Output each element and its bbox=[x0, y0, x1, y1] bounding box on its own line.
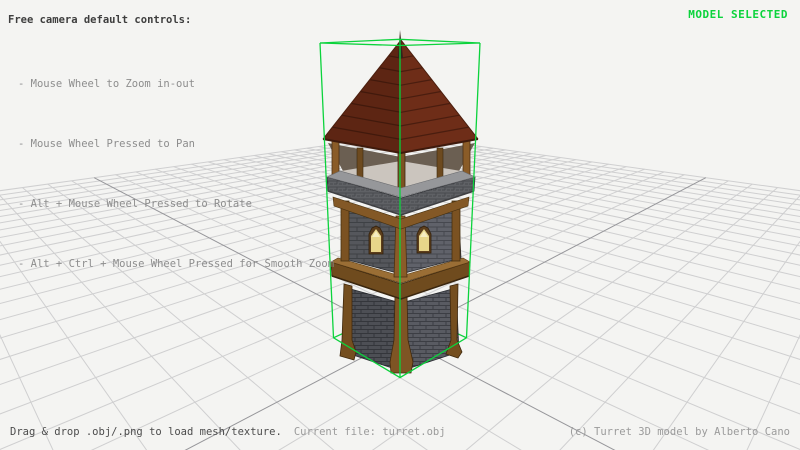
control-item-pan: - Mouse Wheel Pressed to Pan bbox=[18, 134, 334, 154]
window-left bbox=[369, 226, 383, 254]
camera-controls-title: Free camera default controls: bbox=[8, 14, 191, 26]
window-right bbox=[417, 226, 431, 253]
status-bar-left: Drag & drop .obj/.png to load mesh/textu… bbox=[10, 426, 446, 438]
model-credit-label: (c) Turret 3D model by Alberto Cano bbox=[569, 426, 790, 438]
control-item-rotate: - Alt + Mouse Wheel Pressed to Rotate bbox=[18, 194, 334, 214]
drop-hint-label: Drag & drop .obj/.png to load mesh/textu… bbox=[10, 426, 282, 438]
control-item-smooth-zoom: - Alt + Ctrl + Mouse Wheel Pressed for S… bbox=[18, 254, 334, 274]
selection-status-badge: MODEL SELECTED bbox=[688, 8, 788, 21]
current-file-label: Current file: turret.obj bbox=[294, 426, 446, 438]
viewport-3d[interactable]: Free camera default controls: - Mouse Wh… bbox=[0, 0, 800, 450]
camera-controls-list: - Mouse Wheel to Zoom in-out - Mouse Whe… bbox=[18, 34, 334, 314]
control-item-zoom: - Mouse Wheel to Zoom in-out bbox=[18, 74, 334, 94]
